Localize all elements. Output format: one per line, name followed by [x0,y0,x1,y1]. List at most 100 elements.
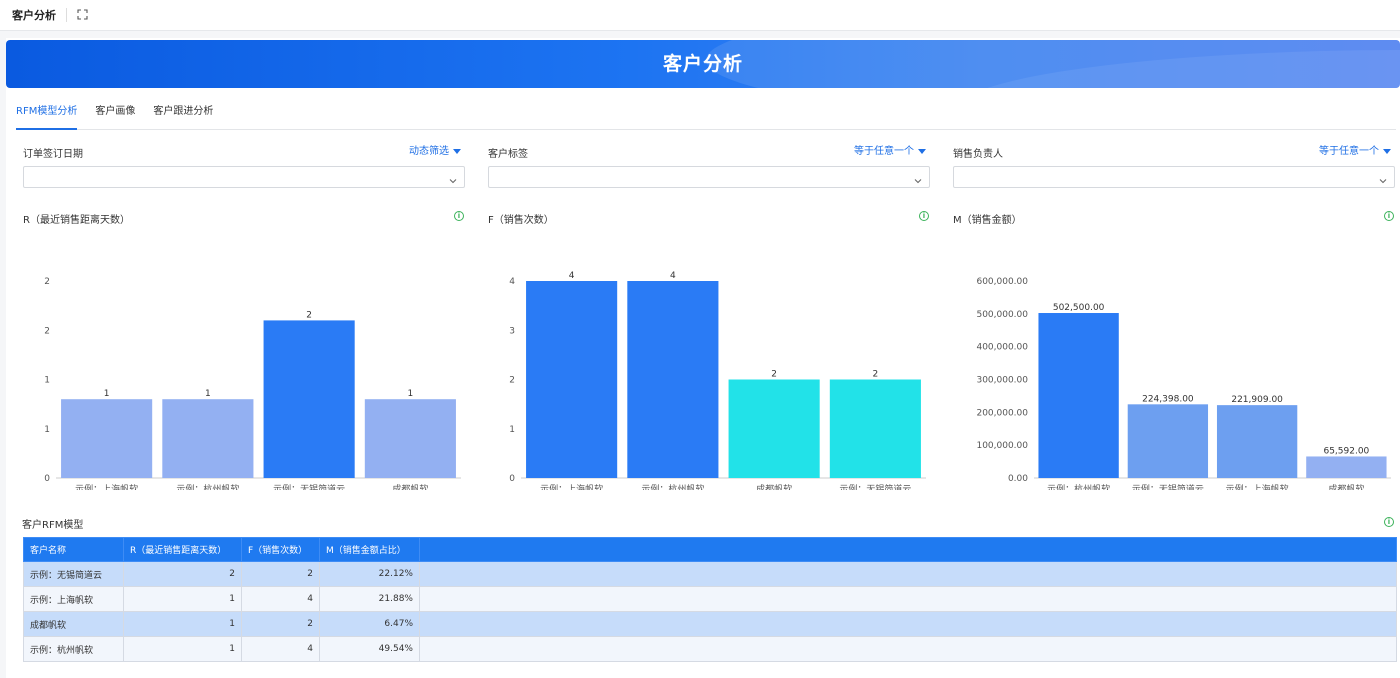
data-label: 4 [670,271,676,281]
chart-m: 0.00 100,000.00 200,000.00 300,000.00 400,00… [976,277,1391,490]
chart-r: 011221示例：上海帆软1示例：杭州帆软2示例：无锡简道云1成都帆软销售订单距… [44,277,461,490]
divider [66,8,67,22]
x-tick-label: 示例：杭州帆软 [1047,483,1110,490]
order-date-select[interactable] [23,166,465,188]
table-row[interactable]: 示例：杭州帆软 1 4 49.54% [23,636,1397,662]
cell-m: 21.88% [319,586,420,612]
col-header-empty [419,537,1397,562]
cell-customer: 示例：无锡简道云 [23,561,124,587]
cell-customer: 示例：上海帆软 [23,586,124,612]
tab-customer-followup[interactable]: 客户跟进分析 [153,98,213,130]
tab-bar: RFM模型分析 客户画像 客户跟进分析 [16,98,1396,130]
chart-title-m: M（销售金额） [953,215,1022,226]
x-tick-label: 示例：无锡简道云 [273,483,345,490]
y-tick-label: 600,000.00 [976,277,1028,287]
caret-down-icon [918,148,926,154]
filter-label: 订单签订日期 [23,149,83,160]
caret-down-icon [1383,148,1391,154]
table-row[interactable]: 示例：上海帆软 1 4 21.88% [23,586,1397,612]
banner-title: 客户分析 [662,53,743,75]
chevron-down-icon [1378,171,1388,190]
y-tick-label: 300,000.00 [976,376,1028,386]
cell-m: 6.47% [319,611,420,637]
data-label: 224,398.00 [1142,394,1194,404]
x-tick-label: 成都帆软 [756,483,792,490]
y-tick-label: 1 [44,425,50,435]
col-header-r[interactable]: R（最近销售距离天数） [123,537,242,562]
col-header-customer[interactable]: 客户名称 [23,537,124,562]
cell-empty [419,636,1397,662]
data-label: 1 [104,389,110,399]
filter-mode-label: 等于任意一个 [1319,146,1379,157]
y-tick-label: 400,000.00 [976,343,1028,353]
x-tick-label: 示例：上海帆软 [75,483,138,490]
data-label: 2 [306,310,312,320]
data-label: 1 [408,389,414,399]
cell-f: 2 [241,561,320,587]
table-header-row: 客户名称 R（最近销售距离天数） F（销售次数） M（销售金额占比） [23,537,1397,562]
filter-mode-dropdown[interactable]: 等于任意一个 [1319,142,1391,157]
cell-empty [419,561,1397,587]
sales-owner-select[interactable] [953,166,1395,188]
bar [1306,456,1387,478]
filter-mode-label: 动态筛选 [409,146,449,157]
y-tick-label: 2 [509,376,515,386]
cell-m: 22.12% [319,561,420,587]
x-tick-label: 示例：杭州帆软 [176,483,239,490]
y-tick-label: 2 [44,277,50,287]
cell-customer: 示例：杭州帆软 [23,636,124,662]
filter-sales-owner: 销售负责人 等于任意一个 [953,142,1395,188]
bar [1127,404,1209,478]
bar [1038,313,1119,478]
col-header-m[interactable]: M（销售金额占比） [319,537,420,562]
y-tick-label: 0.00 [1008,474,1028,484]
chevron-down-icon [448,171,458,190]
customer-tag-select[interactable] [488,166,930,188]
info-icon[interactable]: i [454,211,464,221]
y-tick-label: 3 [509,326,515,336]
filter-label: 客户标签 [488,149,528,160]
y-tick-label: 1 [509,425,515,435]
bar [364,399,456,478]
bar [162,399,254,478]
dashboard-panel: 客户分析 RFM模型分析 客户画像 客户跟进分析 订单签订日期 动态筛选 客户标… [6,38,1400,678]
tab-customer-profile[interactable]: 客户画像 [95,98,135,130]
filter-order-date: 订单签订日期 动态筛选 [23,142,465,188]
top-bar: 客户分析 [0,0,1400,31]
data-label: 1 [205,389,211,399]
data-label: 502,500.00 [1053,303,1105,313]
bar [728,379,820,478]
y-tick-label: 100,000.00 [976,441,1028,451]
chart-f: 012344示例：上海帆软4示例：杭州帆软2成都帆软2示例：无锡简道云销售订单数… [509,271,926,490]
filter-mode-dropdown[interactable]: 等于任意一个 [854,142,926,157]
caret-down-icon [453,148,461,154]
y-tick-label: 0 [44,474,50,484]
rfm-table-title: 客户RFM模型 [22,520,84,531]
y-tick-label: 200,000.00 [976,408,1028,418]
cell-r: 1 [123,636,242,662]
y-tick-label: 2 [44,326,50,336]
x-tick-label: 示例：上海帆软 [540,483,603,490]
x-tick-label: 示例：无锡简道云 [839,483,911,490]
cell-f: 4 [241,636,320,662]
info-icon[interactable]: i [1384,517,1394,527]
tab-rfm[interactable]: RFM模型分析 [16,98,78,130]
y-tick-label: 0 [509,474,515,484]
data-label: 2 [873,370,879,380]
chart-title-f: F（销售次数） [488,215,554,226]
col-header-f[interactable]: F（销售次数） [241,537,320,562]
info-icon[interactable]: i [1384,211,1394,221]
table-row[interactable]: 示例：无锡简道云 2 2 22.12% [23,561,1397,587]
data-label: 4 [569,271,575,281]
data-label: 221,909.00 [1231,395,1283,405]
expand-icon[interactable] [77,9,89,21]
filter-mode-dropdown[interactable]: 动态筛选 [409,142,461,157]
table-row[interactable]: 成都帆软 1 2 6.47% [23,611,1397,637]
x-tick-label: 示例：无锡简道云 [1132,483,1204,490]
y-tick-label: 4 [509,277,515,287]
filter-label: 销售负责人 [953,149,1003,160]
info-icon[interactable]: i [919,211,929,221]
x-tick-label: 成都帆软 [1328,483,1364,490]
rfm-table: 客户名称 R（最近销售距离天数） F（销售次数） M（销售金额占比） 示例：无锡… [23,537,1397,662]
cell-customer: 成都帆软 [23,611,124,637]
